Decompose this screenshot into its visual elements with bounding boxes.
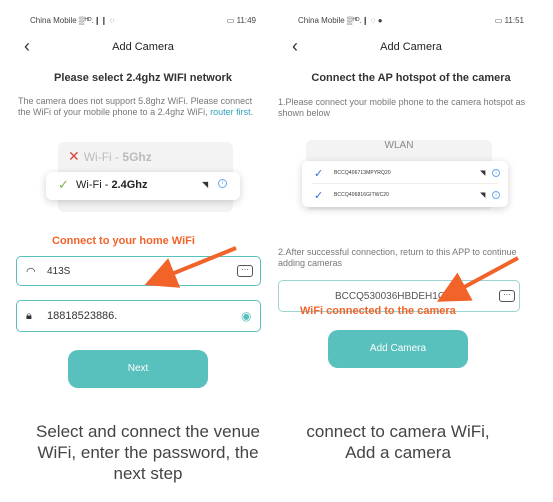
more-icon[interactable]: ··· bbox=[237, 265, 253, 277]
battery-time: ▭ 11:49 bbox=[226, 16, 256, 25]
ssid-field[interactable]: ◠ 413S ··· bbox=[16, 256, 261, 286]
wlan-title: WLAN bbox=[384, 140, 414, 151]
wlan-ssid: BCCQ406713MPYRQ20 bbox=[334, 170, 391, 176]
password-value: 18818523886. bbox=[47, 310, 118, 322]
info-icon: i bbox=[492, 191, 500, 199]
ssid-value: 413S bbox=[47, 266, 71, 277]
step1-text: 1.Please connect your mobile phone to th… bbox=[278, 97, 526, 118]
check-icon: ✓ bbox=[314, 168, 324, 180]
wifi-24-prefix: Wi-Fi - bbox=[76, 179, 112, 191]
add-camera-button[interactable]: Add Camera bbox=[328, 330, 468, 368]
hotspot-value: BCCQ530036HBDEH1O bbox=[335, 291, 446, 302]
wifi-5g-prefix: Wi-Fi - bbox=[83, 150, 123, 164]
nav-bar: ‹ Add Camera bbox=[276, 36, 546, 58]
left-caption: Select and connect the venue WiFi, enter… bbox=[36, 422, 260, 483]
router-first-link[interactable]: router first. bbox=[210, 107, 253, 117]
wifi-5g-band: 5Ghz bbox=[122, 150, 152, 164]
carrier-label: China Mobile ▒ᴴᴰ.❙❙ ◌ bbox=[30, 16, 115, 25]
password-field[interactable]: 🔒︎ 18818523886. ◉ bbox=[16, 300, 261, 332]
right-caption: connect to camera WiFi, Add a camera bbox=[306, 422, 490, 462]
wifi-24-label: Wi-Fi - 2.4Ghz bbox=[76, 179, 148, 191]
carrier-label: China Mobile ▒ᴴᴰ.❙ ◌ ● bbox=[298, 16, 383, 25]
wifi-icon: ◠ bbox=[26, 266, 36, 278]
page-title: Add Camera bbox=[380, 41, 442, 53]
wlan-item: ✓ BCCQ406816GITWC20 ◥ i bbox=[302, 185, 508, 207]
info-icon: i bbox=[218, 179, 227, 188]
wifi-5g-option: ✕ Wi-Fi - 5Ghz bbox=[68, 148, 152, 165]
annotation-camera-wifi: WiFi connected to the camera bbox=[300, 305, 456, 317]
check-icon: ✓ bbox=[58, 177, 69, 192]
info-icon: i bbox=[492, 169, 500, 177]
wlan-ssid: BCCQ406816GITWC20 bbox=[334, 192, 390, 198]
next-button[interactable]: Next bbox=[68, 350, 208, 388]
wifi-signal-icon: ◥ bbox=[202, 180, 209, 189]
lock-icon: 🔒︎ bbox=[26, 310, 32, 322]
right-phone-screen: China Mobile ▒ᴴᴰ.❙ ◌ ● ▭ 11:51 ‹ Add Cam… bbox=[276, 0, 546, 410]
check-icon: ✓ bbox=[314, 190, 324, 202]
wlan-item: ✓ BCCQ406713MPYRQ20 ◥ i bbox=[302, 163, 508, 185]
eye-icon[interactable]: ◉ bbox=[241, 309, 251, 323]
wlan-list: ✓ BCCQ406713MPYRQ20 ◥ i ✓ BCCQ406816GITW… bbox=[302, 161, 508, 207]
annotation-home-wifi: Connect to your home WiFi bbox=[52, 235, 195, 247]
more-icon[interactable]: ··· bbox=[499, 290, 515, 302]
description-text: The camera does not support 5.8ghz WiFi.… bbox=[18, 96, 258, 118]
wifi-24-band: 2.4Ghz bbox=[111, 179, 148, 191]
status-bar: China Mobile ▒ᴴᴰ.❙ ◌ ● ▭ 11:51 bbox=[298, 14, 524, 28]
status-bar: China Mobile ▒ᴴᴰ.❙❙ ◌ ▭ 11:49 bbox=[30, 14, 256, 28]
divider bbox=[312, 183, 498, 184]
wifi-signal-icon: ◥ bbox=[480, 170, 486, 177]
x-mark-icon: ✕ bbox=[68, 148, 80, 164]
step2-text: 2.After successful connection, return to… bbox=[278, 247, 517, 268]
section-heading: Please select 2.4ghz WIFI network bbox=[54, 72, 232, 84]
section-heading: Connect the AP hotspot of the camera bbox=[311, 72, 511, 84]
battery-time: ▭ 11:51 bbox=[494, 16, 524, 25]
wifi-24-option: ✓ Wi-Fi - 2.4Ghz ◥ i bbox=[46, 172, 240, 200]
nav-bar: ‹ Add Camera bbox=[8, 36, 278, 58]
page-title: Add Camera bbox=[112, 41, 174, 53]
wifi-signal-icon: ◥ bbox=[480, 192, 486, 199]
left-phone-screen: China Mobile ▒ᴴᴰ.❙❙ ◌ ▭ 11:49 ‹ Add Came… bbox=[8, 0, 278, 410]
